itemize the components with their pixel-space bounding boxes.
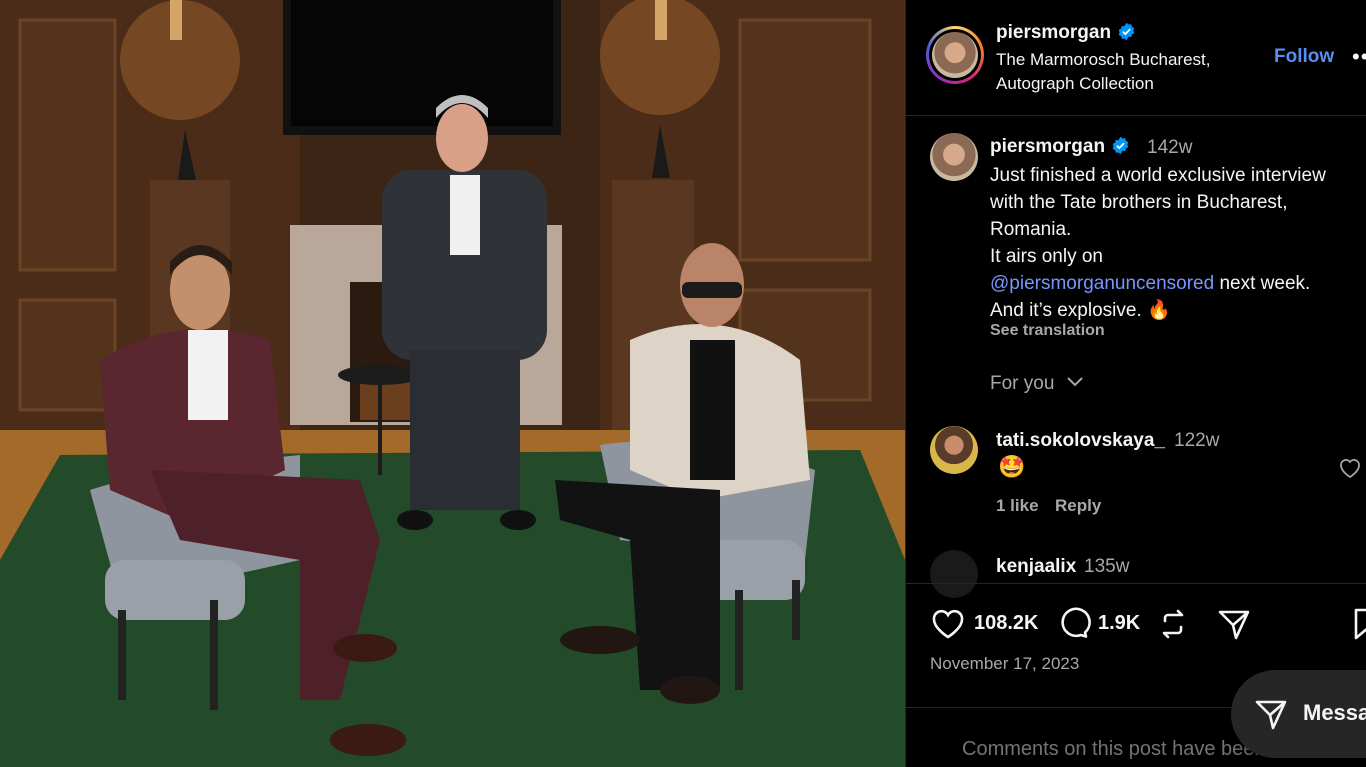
caption-line: with the Tate brothers in Bucharest, — [990, 192, 1288, 213]
repost-icon[interactable] — [1155, 606, 1191, 642]
comment-time[interactable]: 122w — [1174, 430, 1219, 452]
caption-line: Romania. — [990, 219, 1072, 240]
caption-author-avatar[interactable] — [930, 133, 978, 181]
caption-username[interactable]: piersmorgan — [990, 136, 1105, 157]
caption-time[interactable]: 142w — [1147, 137, 1192, 159]
comment-time[interactable]: 135w — [1084, 556, 1129, 578]
post-location[interactable]: The Marmorosch Bucharest, Autograph Coll… — [996, 48, 1236, 96]
comments-sort-dropdown[interactable]: For you — [990, 373, 1084, 395]
chevron-down-icon — [1066, 377, 1083, 387]
follow-button[interactable]: Follow — [1274, 46, 1334, 68]
comment-text: 🤩 — [998, 454, 1026, 479]
caption-text: next week. — [1214, 273, 1311, 294]
author-avatar[interactable] — [926, 26, 984, 84]
see-translation-link[interactable]: See translation — [990, 322, 1105, 340]
like-heart-icon[interactable] — [930, 606, 966, 642]
messages-send-icon — [1255, 700, 1287, 730]
commenter-avatar[interactable] — [930, 426, 978, 474]
post-photo[interactable] — [0, 0, 905, 767]
comment-bubble-icon[interactable] — [1055, 606, 1091, 642]
post-header: piersmorgan The Marmorosch Bucharest, Au… — [906, 0, 1366, 116]
messages-button[interactable]: Messa — [1231, 670, 1366, 758]
caption-line: @piersmorganuncensored next week. — [990, 270, 1362, 297]
share-send-icon[interactable] — [1216, 606, 1252, 642]
mention-link[interactable]: @piersmorganuncensored — [990, 273, 1214, 294]
like-count[interactable]: 108.2K — [974, 612, 1039, 635]
author-username[interactable]: piersmorgan — [996, 22, 1111, 43]
save-bookmark-icon[interactable] — [1350, 606, 1366, 642]
verified-badge-icon — [1118, 22, 1135, 41]
messages-label: Messa — [1303, 700, 1366, 725]
caption-line: It airs only on — [990, 246, 1103, 267]
comment-count[interactable]: 1.9K — [1098, 612, 1140, 635]
caption-username-row[interactable]: piersmorgan — [990, 136, 1130, 158]
location-line-2[interactable]: Autograph Collection — [996, 72, 1236, 96]
comment-like-heart-icon[interactable] — [1338, 457, 1362, 479]
post-sidebar: piersmorgan The Marmorosch Bucharest, Au… — [905, 0, 1366, 767]
location-line-1[interactable]: The Marmorosch Bucharest, — [996, 48, 1236, 72]
comment-likes[interactable]: 1 like — [996, 496, 1039, 516]
more-options-icon[interactable]: ••• — [1352, 44, 1366, 70]
comments-sort-label: For you — [990, 373, 1055, 394]
author-username-row[interactable]: piersmorgan — [996, 22, 1136, 44]
caption-line: Just finished a world exclusive intervie… — [990, 165, 1326, 186]
comment-reply-button[interactable]: Reply — [1055, 496, 1101, 516]
post-date[interactable]: November 17, 2023 — [930, 654, 1079, 674]
post-caption: Just finished a world exclusive intervie… — [990, 162, 1362, 324]
caption-line: And it’s explosive. 🔥 — [990, 300, 1171, 321]
comment-username[interactable]: kenjaalix — [996, 556, 1076, 578]
comment-username[interactable]: tati.sokolovskaya_ — [996, 430, 1165, 452]
verified-badge-icon — [1112, 136, 1129, 155]
interview-photo-illustration — [0, 0, 905, 767]
